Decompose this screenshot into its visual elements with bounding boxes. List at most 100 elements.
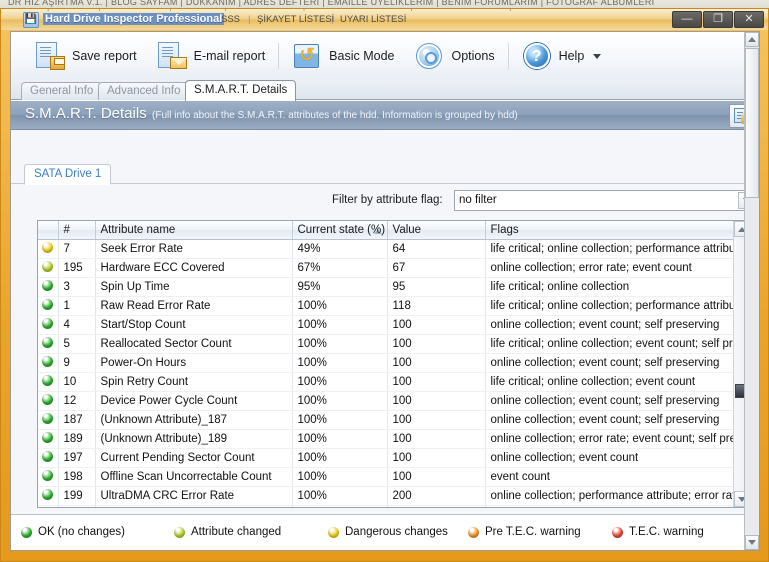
table-row[interactable]: 7 Seek Error Rate 49% 64 life critical; onli…: [38, 239, 749, 259]
row-id-cell: 195: [58, 258, 96, 278]
tab-general-info[interactable]: General Info: [21, 82, 103, 100]
column-header-id[interactable]: #: [58, 221, 96, 240]
table-row[interactable]: 12 Device Power Cycle Count 100% 100 online …: [38, 391, 749, 411]
row-attribute-name-cell: Hardware ECC Covered: [95, 258, 293, 278]
options-button[interactable]: Options: [404, 36, 504, 76]
email-report-icon: [157, 41, 187, 71]
row-value-cell: 64: [387, 239, 486, 259]
row-value-cell: 100: [387, 429, 486, 449]
row-current-state-cell: 100%: [292, 486, 388, 506]
email-report-button[interactable]: E-mail report: [147, 36, 276, 76]
window-vertical-scrollbar[interactable]: [744, 32, 759, 550]
attributes-table: # Attribute name Current state (%) Value…: [38, 221, 749, 507]
main-tab-strip: General Info Advanced Info S.M.A.R.T. De…: [11, 80, 759, 101]
status-bulb-ok-icon: [42, 432, 54, 443]
row-status-cell: [38, 467, 59, 487]
link-warnings[interactable]: UYARI LİSTESİ: [340, 14, 406, 25]
row-status-cell: [38, 486, 59, 506]
table-row[interactable]: 200Write Error Rate100%100: [38, 505, 749, 507]
window-scroll-up-button[interactable]: [745, 32, 759, 47]
row-status-cell: [38, 372, 59, 392]
window-controls: — ❐ ✕: [672, 11, 764, 28]
row-flags-cell: online collection; event count; self pre…: [485, 353, 749, 373]
row-flags-cell: online collection; event count; self pre…: [485, 315, 749, 335]
row-id-cell: 10: [58, 372, 96, 392]
legend-label-ok: OK (no changes): [38, 526, 125, 538]
page-header: S.M.A.R.T. Details (Full info about the …: [11, 101, 759, 130]
table-row[interactable]: 3 Spin Up Time 95% 95 life critical; online …: [38, 277, 749, 297]
table-row[interactable]: 195 Hardware ECC Covered 67% 67 online colle…: [38, 258, 749, 278]
attribute-flag-filter-select[interactable]: no filter: [454, 190, 757, 211]
status-legend: OK (no changes) Attribute changed Danger…: [11, 514, 759, 550]
title-separator-2: |: [331, 14, 334, 25]
row-attribute-name-cell: Spin Up Time: [95, 277, 293, 297]
row-flags-cell: online collection; error rate; event cou…: [485, 258, 749, 278]
options-label: Options: [451, 49, 495, 63]
chevron-down-icon[interactable]: [593, 53, 602, 59]
column-header-status[interactable]: [38, 221, 59, 240]
tab-advanced-info[interactable]: Advanced Info: [98, 82, 190, 100]
minimize-button[interactable]: —: [672, 11, 702, 28]
toolbar: Save report E-mail report Basic Mode Opt…: [11, 32, 759, 80]
status-bulb-ok-icon: [42, 299, 54, 310]
status-bulb-ok-icon: [42, 413, 54, 424]
tab-smart-details[interactable]: S.M.A.R.T. Details: [185, 80, 297, 101]
row-id-cell: 197: [58, 448, 96, 468]
row-status-cell: [38, 258, 59, 278]
close-button[interactable]: ✕: [734, 11, 764, 28]
link-complaints[interactable]: ŞİKAYET LİSTESİ: [257, 14, 334, 25]
table-row[interactable]: 197 Current Pending Sector Count 100% 100 on…: [38, 448, 749, 468]
status-bulb-yellow-icon: [328, 526, 339, 538]
gear-icon: [414, 41, 444, 71]
row-current-state-cell: 100%: [292, 296, 388, 316]
row-current-state-cell: 100%: [292, 467, 388, 487]
table-row[interactable]: 10 Spin Retry Count 100% 100 life critical; …: [38, 372, 749, 392]
table-row[interactable]: 199 UltraDMA CRC Error Rate 100% 200 online …: [38, 486, 749, 506]
table-row[interactable]: 5 Reallocated Sector Count 100% 100 life cri…: [38, 334, 749, 354]
title-bar[interactable]: DR HIZ AŞIRTMA V.1. | BLOG SAYFAM | DÜKK…: [1, 9, 768, 30]
status-bulb-ok-icon: [42, 489, 54, 500]
help-button[interactable]: ? Help: [512, 36, 612, 76]
table-body: 7 Seek Error Rate 49% 64 life critical; onli…: [38, 239, 749, 507]
save-report-button[interactable]: Save report: [25, 36, 147, 76]
status-bulb-ok-icon: [42, 394, 54, 405]
row-flags-cell: online collection; event count; self pre…: [485, 391, 749, 411]
row-status-cell: [38, 448, 59, 468]
client-area: Save report E-mail report Basic Mode Opt…: [10, 31, 760, 551]
status-bulb-dangerous-icon: [42, 242, 54, 253]
status-bulb-ok-icon: [42, 470, 54, 481]
table-row[interactable]: 189 (Unknown Attribute)_189 100% 100 online …: [38, 429, 749, 449]
smart-attributes-grid: # Attribute name Current state (%) Value…: [37, 220, 750, 508]
window-scroll-thumb[interactable]: [745, 48, 759, 198]
filter-row: Filter by attribute flag: no filter: [11, 190, 759, 214]
status-bulb-ok-icon: [42, 451, 54, 462]
row-current-state-cell: 100%: [292, 353, 388, 373]
basic-mode-button[interactable]: Basic Mode: [282, 36, 404, 76]
row-value-cell: 100: [387, 334, 486, 354]
window-scroll-down-button[interactable]: [745, 535, 759, 550]
legend-item-attribute-changed: Attribute changed: [174, 526, 281, 538]
table-row[interactable]: 187 (Unknown Attribute)_187 100% 100 online …: [38, 410, 749, 430]
column-header-current-state[interactable]: Current state (%): [292, 221, 388, 240]
row-id-cell: 12: [58, 391, 96, 411]
legend-item-pre-tec-warning: Pre T.E.C. warning: [468, 526, 581, 538]
maximize-button[interactable]: ❐: [703, 11, 733, 28]
status-bulb-changed-icon: [42, 261, 54, 272]
column-header-value[interactable]: Value: [387, 221, 486, 240]
title-separator-1: |: [248, 14, 251, 25]
status-bulb-yellowgreen-icon: [174, 526, 185, 538]
table-row[interactable]: 198 Offline Scan Uncorrectable Count 100% 1…: [38, 467, 749, 487]
email-report-label: E-mail report: [193, 49, 266, 63]
row-current-state-cell: 100%: [292, 429, 388, 449]
app-icon: 💾: [23, 12, 39, 28]
background-nav-text: DR HIZ AŞIRTMA V.1. | BLOG SAYFAM | DÜKK…: [8, 0, 655, 7]
drive-tab-sata-drive-1[interactable]: SATA Drive 1: [24, 164, 112, 185]
table-row[interactable]: 4 Start/Stop Count 100% 100 online collectio…: [38, 315, 749, 335]
column-header-flags[interactable]: Flags: [485, 221, 749, 240]
row-attribute-name-cell: (Unknown Attribute)_187: [95, 410, 293, 430]
table-row[interactable]: 1 Raw Read Error Rate 100% 118 life critical…: [38, 296, 749, 316]
column-header-attribute-name[interactable]: Attribute name: [95, 221, 293, 240]
link-sss[interactable]: SSS: [221, 14, 240, 25]
table-row[interactable]: 9 Power-On Hours 100% 100 online collection;…: [38, 353, 749, 373]
row-status-cell: [38, 410, 59, 430]
